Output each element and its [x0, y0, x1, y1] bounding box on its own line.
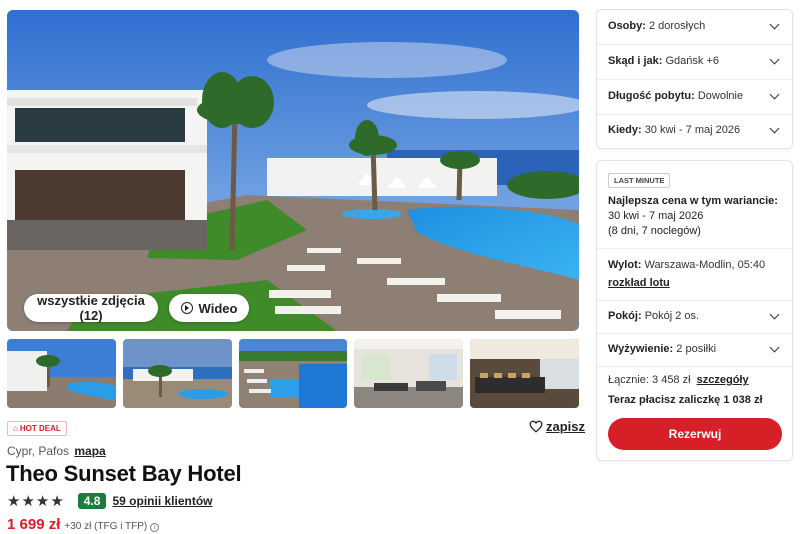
- room-label: Pokój:: [608, 310, 642, 322]
- search-filters-card: Osoby: 2 dorosłych Skąd i jak: Gdańsk +6…: [596, 9, 793, 149]
- info-icon[interactable]: i: [150, 523, 160, 532]
- thumbnail-image: [470, 339, 579, 408]
- filter-label: Osoby:: [608, 20, 646, 32]
- departure-label: Wylot:: [608, 259, 642, 271]
- thumbnail-1[interactable]: [7, 339, 116, 408]
- thumbnail-image: [238, 339, 348, 408]
- filter-label: Długość pobytu:: [608, 90, 695, 102]
- fire-icon: ⌂: [13, 424, 18, 433]
- room-selector[interactable]: Pokój: Pokój 2 os.: [608, 309, 781, 322]
- departure-value: Warszawa-Modlin, 05:40: [644, 259, 766, 271]
- thumbnail-4[interactable]: [354, 339, 464, 408]
- filter-value: Dowolnie: [697, 90, 744, 102]
- thumbnail-image: [7, 339, 116, 408]
- save-label: zapisz: [546, 419, 586, 434]
- room-value: Pokój 2 os.: [644, 310, 700, 322]
- details-link[interactable]: szczegóły: [697, 374, 749, 386]
- offer-card: LAST MINUTE Najlepsza cena w tym warianc…: [596, 160, 793, 461]
- chevron-down-icon: [769, 54, 780, 64]
- chevron-down-icon: [769, 89, 780, 99]
- all-photos-button[interactable]: wszystkie zdjęcia (12): [24, 293, 158, 323]
- deposit-info: Teraz płacisz zaliczkę 1 038 zł: [608, 394, 763, 406]
- total-label: Łącznie: 3 458 zł: [608, 374, 691, 386]
- filter-departure[interactable]: Skąd i jak: Gdańsk +6: [608, 54, 781, 67]
- filter-value: 30 kwi - 7 maj 2026: [644, 124, 741, 136]
- filter-value: Gdańsk +6: [665, 55, 719, 67]
- filter-stay-length[interactable]: Długość pobytu: Dowolnie: [608, 89, 781, 102]
- hotel-photo-image: [7, 10, 579, 331]
- filter-label: Skąd i jak:: [608, 55, 663, 67]
- divider: [597, 248, 792, 249]
- divider: [597, 333, 792, 334]
- filter-value: 2 dorosłych: [648, 20, 706, 32]
- divider: [597, 114, 792, 115]
- review-score-badge: 4.8: [77, 493, 107, 509]
- heart-icon: [529, 420, 543, 433]
- divider: [597, 300, 792, 301]
- thumbnail-3[interactable]: [238, 339, 348, 408]
- thumbnail-2[interactable]: [122, 339, 232, 408]
- chevron-down-icon: [769, 309, 780, 319]
- reserve-button[interactable]: Rezerwuj: [608, 418, 782, 450]
- hot-deal-label: HOT DEAL: [19, 424, 61, 433]
- map-link[interactable]: mapa: [74, 444, 105, 458]
- offer-dates: 30 kwi - 7 maj 2026: [608, 210, 704, 222]
- total-price: Łącznie: 3 458 zł szczegóły: [608, 374, 749, 386]
- save-favorite-button[interactable]: zapisz: [529, 419, 585, 434]
- last-minute-badge: LAST MINUTE: [608, 173, 671, 188]
- thumbnail-5[interactable]: [470, 339, 579, 408]
- offer-duration: (8 dni, 7 noclegów): [608, 225, 701, 237]
- flight-info: Wylot: Warszawa-Modlin, 05:40: [608, 259, 765, 271]
- play-icon: [180, 302, 193, 314]
- best-price-label: Najlepsza cena w tym wariancie:: [608, 195, 778, 207]
- location-text: Cypr, Pafos: [7, 444, 70, 458]
- meals-value: 2 posiłki: [676, 343, 717, 355]
- divider: [597, 79, 792, 80]
- hotel-name: Theo Sunset Bay Hotel: [6, 461, 242, 486]
- thumbnail-image: [122, 339, 232, 408]
- chevron-down-icon: [769, 123, 780, 133]
- price: 1 699 zł: [7, 516, 61, 533]
- video-button-label: Wideo: [198, 300, 238, 316]
- price-row: 1 699 zł +30 zł (TFG i TFP) i: [7, 516, 160, 533]
- location: Cypr, Pafos mapa: [7, 444, 106, 458]
- thumbnail-image: [354, 339, 464, 408]
- reviews-link[interactable]: 59 opinii klientów: [112, 494, 212, 508]
- chevron-down-icon: [769, 19, 780, 29]
- video-button[interactable]: Wideo: [169, 294, 249, 322]
- meals-selector[interactable]: Wyżywienie: 2 posiłki: [608, 342, 781, 355]
- divider: [597, 44, 792, 45]
- filter-dates[interactable]: Kiedy: 30 kwi - 7 maj 2026: [608, 123, 781, 136]
- price-extra-fees: +30 zł (TFG i TFP): [64, 521, 148, 532]
- star-rating-icon: ★★★★: [7, 493, 65, 510]
- chevron-down-icon: [769, 342, 780, 352]
- thumbnail-strip: [7, 339, 579, 408]
- hot-deal-badge: ⌂ HOT DEAL: [7, 421, 67, 436]
- main-photo[interactable]: wszystkie zdjęcia (12) Wideo: [7, 10, 579, 331]
- divider: [597, 366, 792, 367]
- filter-label: Kiedy:: [608, 124, 642, 136]
- flight-schedule-link[interactable]: rozkład lotu: [608, 277, 670, 289]
- meals-label: Wyżywienie:: [608, 343, 674, 355]
- best-price-info: Najlepsza cena w tym wariancie: 30 kwi -…: [608, 194, 778, 239]
- filter-persons[interactable]: Osoby: 2 dorosłych: [608, 19, 781, 32]
- rating-row: ★★★★ 4.8 59 opinii klientów: [7, 492, 213, 510]
